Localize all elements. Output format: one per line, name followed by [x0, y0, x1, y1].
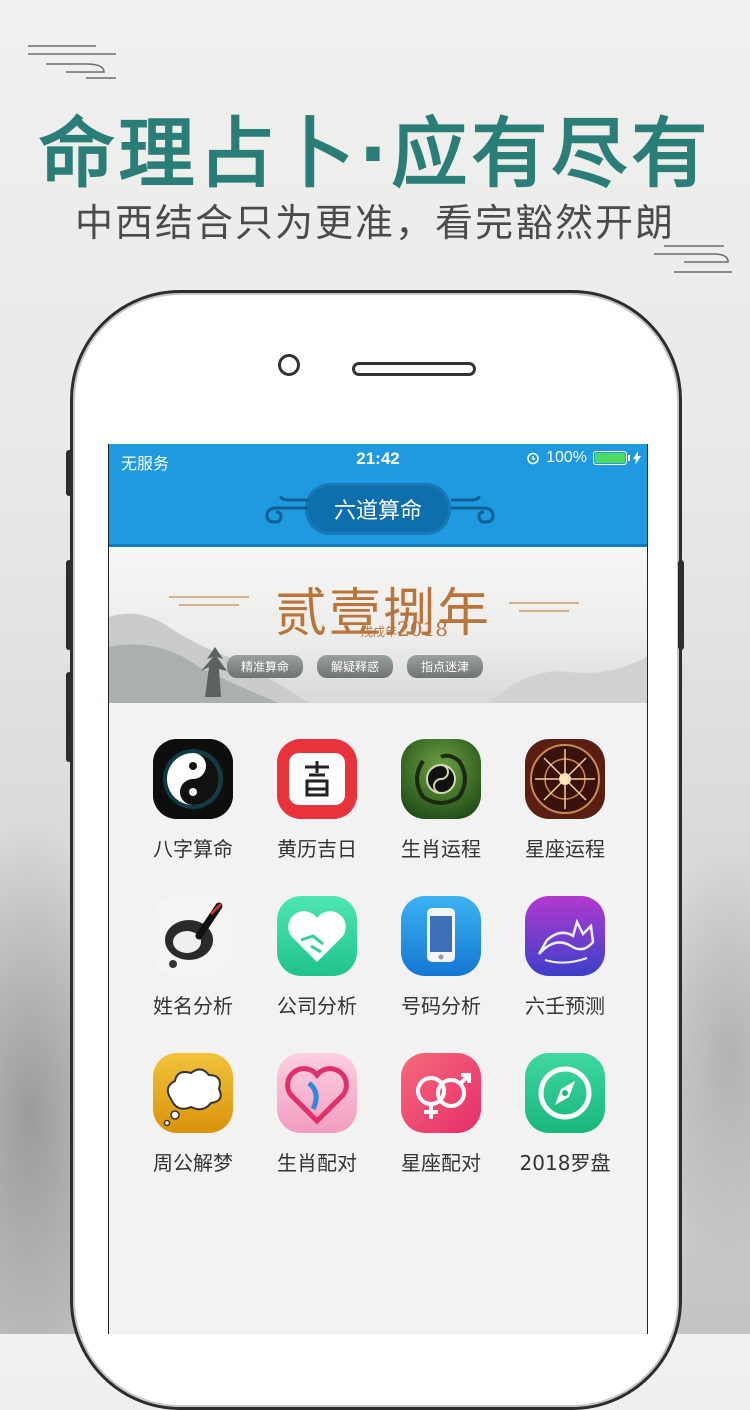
status-bar: 无服务 21:42 100%	[109, 444, 647, 474]
app-tile-gongsi[interactable]: 公司分析	[253, 860, 377, 1018]
battery-icon	[593, 451, 630, 465]
cloud-ornament-left-icon	[265, 495, 309, 524]
app-screen: 无服务 21:42 100% 六道算命 贰壹捌年 戊戌年2018 精准算命 解疑…	[108, 444, 648, 1334]
promo-banner[interactable]: 贰壹捌年 戊戌年2018 精准算命 解疑释惑 指点迷津	[109, 547, 647, 703]
cloud-ornament-right-icon	[451, 495, 495, 524]
gender-pair-icon	[401, 1053, 481, 1133]
app-tile-xingzuo-peidui[interactable]: 星座配对	[377, 1017, 501, 1175]
app-tile-shengxiao[interactable]: 生肖运程	[377, 703, 501, 861]
app-label: 2018罗盘	[519, 1151, 611, 1175]
app-tile-xingzuo[interactable]: 星座运程	[501, 703, 625, 861]
feature-grid: 八字算命 黄历吉日 生肖运程 星座运程 姓名分析 公司分析 号码分析 六壬预测 …	[109, 703, 647, 1175]
handshake-heart-icon	[277, 896, 357, 976]
cloud-line-decoration-left	[28, 45, 116, 79]
phone-volume-button	[66, 672, 72, 762]
fox-icon	[525, 896, 605, 976]
compass-icon	[525, 1053, 605, 1133]
app-label: 公司分析	[277, 994, 357, 1018]
banner-tag: 解疑释惑	[317, 655, 394, 678]
app-label: 号码分析	[401, 994, 481, 1018]
app-label: 生肖配对	[277, 1151, 357, 1175]
app-label: 生肖运程	[401, 837, 481, 861]
heart-pair-icon	[277, 1053, 357, 1133]
yin-yang-icon	[153, 739, 233, 819]
nav-title: 六道算命	[307, 486, 449, 532]
phone-icon	[401, 896, 481, 976]
ink-brush-icon	[153, 896, 233, 976]
calendar-ji-icon	[277, 739, 357, 819]
battery-percent: 100%	[546, 449, 587, 466]
app-label: 星座配对	[401, 1151, 481, 1175]
phone-speaker	[352, 362, 476, 376]
banner-year-prefix: 戊戌年	[361, 625, 398, 639]
phone-camera	[278, 354, 300, 376]
app-tile-jiemeng[interactable]: 周公解梦	[129, 1017, 253, 1175]
promo-subline: 中西结合只为更准，看完豁然开朗	[74, 201, 675, 245]
dragon-icon	[401, 739, 481, 819]
banner-tag: 精准算命	[227, 655, 304, 678]
navigation-bar: 六道算命	[109, 474, 647, 547]
phone-volume-button	[66, 450, 72, 496]
app-tile-haoma[interactable]: 号码分析	[377, 860, 501, 1018]
app-tile-liuren[interactable]: 六壬预测	[501, 860, 625, 1018]
app-label: 八字算命	[153, 837, 233, 861]
banner-year: 戊戌年2018	[361, 617, 448, 641]
app-tile-shengxiao-peidui[interactable]: 生肖配对	[253, 1017, 377, 1175]
battery-level-fill	[595, 453, 625, 463]
alarm-icon	[527, 452, 539, 465]
banner-year-number: 2018	[397, 617, 448, 641]
banner-tag: 指点迷津	[407, 655, 484, 678]
app-tile-bazi[interactable]: 八字算命	[129, 703, 253, 861]
charging-icon	[633, 451, 641, 465]
banner-tags: 精准算命 解疑释惑 指点迷津	[227, 655, 484, 678]
status-right: 100%	[526, 449, 641, 467]
zodiac-wheel-icon	[525, 739, 605, 819]
app-label: 姓名分析	[153, 994, 233, 1018]
app-tile-luopan[interactable]: 2018罗盘	[501, 1017, 625, 1175]
app-tile-huangli[interactable]: 黄历吉日	[253, 703, 377, 861]
app-label: 黄历吉日	[277, 837, 357, 861]
phone-power-button	[678, 560, 684, 650]
app-label: 六壬预测	[525, 994, 605, 1018]
cloud-line-decoration-right	[654, 245, 732, 273]
app-tile-xingming[interactable]: 姓名分析	[129, 860, 253, 1018]
promo-headline: 命理占卜·应有尽有	[38, 109, 712, 198]
app-label: 星座运程	[525, 837, 605, 861]
cloud-dream-icon	[153, 1053, 233, 1133]
app-label: 周公解梦	[153, 1151, 233, 1175]
phone-volume-button	[66, 560, 72, 650]
